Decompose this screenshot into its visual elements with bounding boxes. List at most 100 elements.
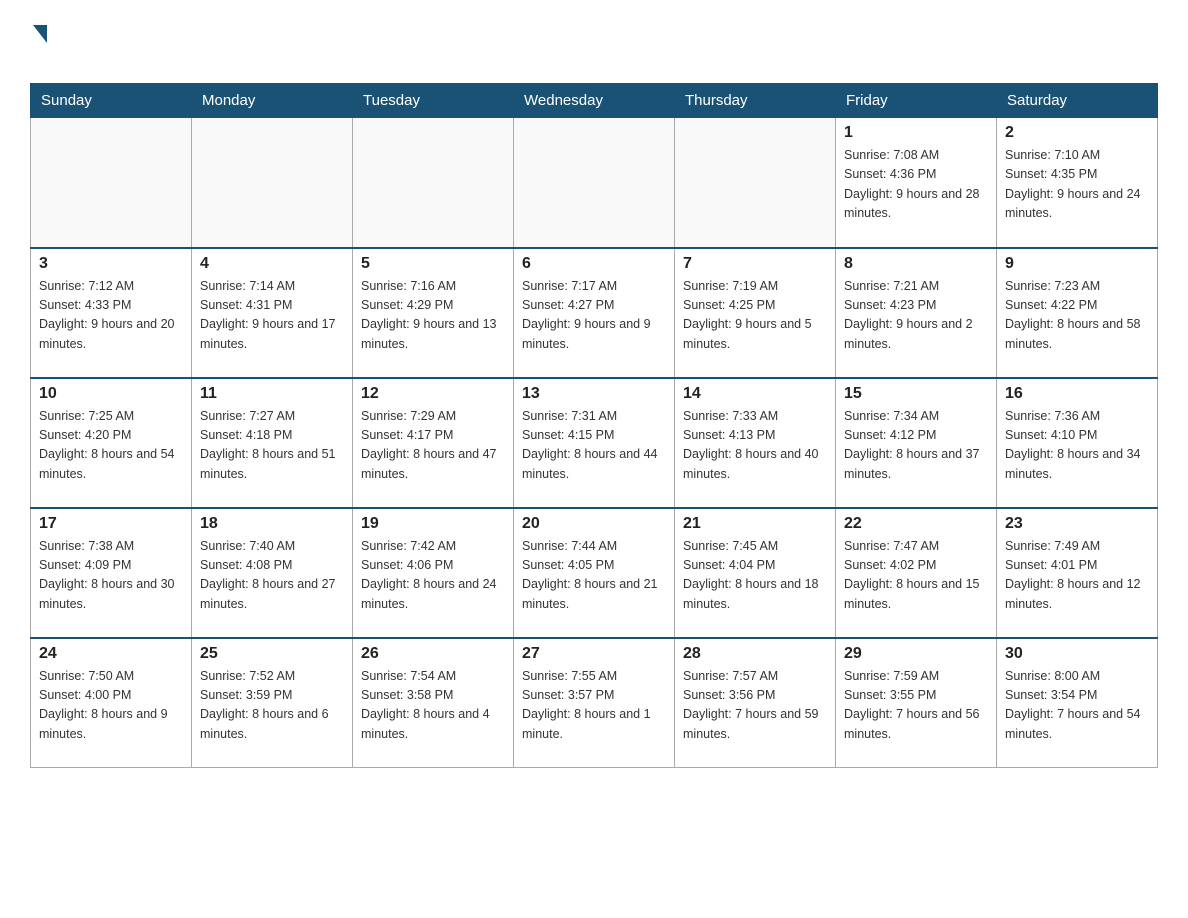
calendar-day-cell: [31, 118, 192, 248]
calendar-weekday-header: Saturday: [997, 84, 1158, 118]
calendar-day-cell: 9 Sunrise: 7:23 AMSunset: 4:22 PMDaylight…: [997, 248, 1158, 378]
calendar-day-cell: 22 Sunrise: 7:47 AMSunset: 4:02 PMDayligh…: [836, 508, 997, 638]
day-number: 7: [683, 255, 827, 273]
day-number: 4: [200, 255, 344, 273]
calendar-weekday-header: Sunday: [31, 84, 192, 118]
calendar-day-cell: 30Sunrise: 8:00 AMSunset: 3:54 PMDayligh…: [997, 638, 1158, 768]
calendar-day-cell: 21 Sunrise: 7:45 AMSunset: 4:04 PMDayligh…: [675, 508, 836, 638]
calendar-day-cell: 6Sunrise: 7:17 AMSunset: 4:27 PMDaylight…: [514, 248, 675, 378]
day-info: Sunrise: 7:14 AMSunset: 4:31 PMDaylight:…: [200, 277, 344, 355]
calendar-day-cell: [192, 118, 353, 248]
day-info: Sunrise: 7:45 AMSunset: 4:04 PMDaylight:…: [683, 537, 827, 615]
calendar-day-cell: 19 Sunrise: 7:42 AMSunset: 4:06 PMDayligh…: [353, 508, 514, 638]
calendar-weekday-header: Wednesday: [514, 84, 675, 118]
day-number: 18: [200, 515, 344, 533]
day-number: 1: [844, 124, 988, 142]
day-info: Sunrise: 7:17 AMSunset: 4:27 PMDaylight:…: [522, 277, 666, 355]
day-number: 10: [39, 385, 183, 403]
day-number: 16: [1005, 385, 1149, 403]
calendar-day-cell: 14 Sunrise: 7:33 AMSunset: 4:13 PMDayligh…: [675, 378, 836, 508]
calendar-week-row: 3 Sunrise: 7:12 AMSunset: 4:33 PMDaylight…: [31, 248, 1158, 378]
day-number: 3: [39, 255, 183, 273]
day-info: Sunrise: 7:08 AMSunset: 4:36 PMDaylight:…: [844, 146, 988, 224]
day-number: 2: [1005, 124, 1149, 142]
calendar-weekday-header: Thursday: [675, 84, 836, 118]
day-info: Sunrise: 7:36 AMSunset: 4:10 PMDaylight:…: [1005, 407, 1149, 485]
calendar-day-cell: 18 Sunrise: 7:40 AMSunset: 4:08 PMDayligh…: [192, 508, 353, 638]
day-number: 25: [200, 645, 344, 663]
day-number: 13: [522, 385, 666, 403]
day-info: Sunrise: 7:59 AMSunset: 3:55 PMDaylight:…: [844, 667, 988, 745]
calendar-week-row: 17Sunrise: 7:38 AMSunset: 4:09 PMDayligh…: [31, 508, 1158, 638]
calendar-week-row: 10 Sunrise: 7:25 AMSunset: 4:20 PMDayligh…: [31, 378, 1158, 508]
calendar-day-cell: 10 Sunrise: 7:25 AMSunset: 4:20 PMDayligh…: [31, 378, 192, 508]
calendar-weekday-header: Tuesday: [353, 84, 514, 118]
day-info: Sunrise: 7:44 AMSunset: 4:05 PMDaylight:…: [522, 537, 666, 615]
calendar-day-cell: 5 Sunrise: 7:16 AMSunset: 4:29 PMDaylight…: [353, 248, 514, 378]
day-info: Sunrise: 7:47 AMSunset: 4:02 PMDaylight:…: [844, 537, 988, 615]
calendar-day-cell: 8 Sunrise: 7:21 AMSunset: 4:23 PMDaylight…: [836, 248, 997, 378]
day-number: 22: [844, 515, 988, 533]
page-header: General: [30, 20, 1158, 73]
day-number: 8: [844, 255, 988, 273]
day-number: 23: [1005, 515, 1149, 533]
day-info: Sunrise: 7:54 AMSunset: 3:58 PMDaylight:…: [361, 667, 505, 745]
calendar-day-cell: 3 Sunrise: 7:12 AMSunset: 4:33 PMDaylight…: [31, 248, 192, 378]
day-info: Sunrise: 7:52 AMSunset: 3:59 PMDaylight:…: [200, 667, 344, 745]
day-number: 5: [361, 255, 505, 273]
day-info: Sunrise: 7:16 AMSunset: 4:29 PMDaylight:…: [361, 277, 505, 355]
calendar-day-cell: [675, 118, 836, 248]
day-info: Sunrise: 7:34 AMSunset: 4:12 PMDaylight:…: [844, 407, 988, 485]
calendar-day-cell: 27Sunrise: 7:55 AMSunset: 3:57 PMDayligh…: [514, 638, 675, 768]
day-info: Sunrise: 7:10 AMSunset: 4:35 PMDaylight:…: [1005, 146, 1149, 224]
calendar-header-row: SundayMondayTuesdayWednesdayThursdayFrid…: [31, 84, 1158, 118]
day-number: 9: [1005, 255, 1149, 273]
calendar-day-cell: [353, 118, 514, 248]
day-info: Sunrise: 7:12 AMSunset: 4:33 PMDaylight:…: [39, 277, 183, 355]
day-info: Sunrise: 7:21 AMSunset: 4:23 PMDaylight:…: [844, 277, 988, 355]
day-info: Sunrise: 7:49 AMSunset: 4:01 PMDaylight:…: [1005, 537, 1149, 615]
calendar-day-cell: 28 Sunrise: 7:57 AMSunset: 3:56 PMDayligh…: [675, 638, 836, 768]
day-number: 15: [844, 385, 988, 403]
day-info: Sunrise: 7:25 AMSunset: 4:20 PMDaylight:…: [39, 407, 183, 485]
calendar-day-cell: 12 Sunrise: 7:29 AMSunset: 4:17 PMDayligh…: [353, 378, 514, 508]
calendar-day-cell: 15 Sunrise: 7:34 AMSunset: 4:12 PMDayligh…: [836, 378, 997, 508]
calendar-day-cell: 17Sunrise: 7:38 AMSunset: 4:09 PMDayligh…: [31, 508, 192, 638]
calendar-day-cell: 13Sunrise: 7:31 AMSunset: 4:15 PMDayligh…: [514, 378, 675, 508]
calendar-day-cell: 26 Sunrise: 7:54 AMSunset: 3:58 PMDayligh…: [353, 638, 514, 768]
day-number: 21: [683, 515, 827, 533]
calendar-week-row: 1 Sunrise: 7:08 AMSunset: 4:36 PMDaylight…: [31, 118, 1158, 248]
calendar-day-cell: 7Sunrise: 7:19 AMSunset: 4:25 PMDaylight…: [675, 248, 836, 378]
calendar-day-cell: 1 Sunrise: 7:08 AMSunset: 4:36 PMDaylight…: [836, 118, 997, 248]
day-number: 11: [200, 385, 344, 403]
day-info: Sunrise: 7:50 AMSunset: 4:00 PMDaylight:…: [39, 667, 183, 745]
day-number: 28: [683, 645, 827, 663]
calendar-day-cell: 23 Sunrise: 7:49 AMSunset: 4:01 PMDayligh…: [997, 508, 1158, 638]
day-number: 26: [361, 645, 505, 663]
calendar-weekday-header: Monday: [192, 84, 353, 118]
day-number: 20: [522, 515, 666, 533]
day-number: 17: [39, 515, 183, 533]
day-number: 12: [361, 385, 505, 403]
day-info: Sunrise: 7:40 AMSunset: 4:08 PMDaylight:…: [200, 537, 344, 615]
logo-top: [30, 20, 47, 43]
day-number: 29: [844, 645, 988, 663]
calendar-day-cell: 25 Sunrise: 7:52 AMSunset: 3:59 PMDayligh…: [192, 638, 353, 768]
day-info: Sunrise: 7:29 AMSunset: 4:17 PMDaylight:…: [361, 407, 505, 485]
day-info: Sunrise: 7:33 AMSunset: 4:13 PMDaylight:…: [683, 407, 827, 485]
day-info: Sunrise: 7:42 AMSunset: 4:06 PMDaylight:…: [361, 537, 505, 615]
day-info: Sunrise: 7:57 AMSunset: 3:56 PMDaylight:…: [683, 667, 827, 745]
calendar-day-cell: 2 Sunrise: 7:10 AMSunset: 4:35 PMDaylight…: [997, 118, 1158, 248]
calendar-table: SundayMondayTuesdayWednesdayThursdayFrid…: [30, 83, 1158, 768]
calendar-day-cell: 16 Sunrise: 7:36 AMSunset: 4:10 PMDayligh…: [997, 378, 1158, 508]
calendar-day-cell: 4 Sunrise: 7:14 AMSunset: 4:31 PMDaylight…: [192, 248, 353, 378]
calendar-day-cell: 11 Sunrise: 7:27 AMSunset: 4:18 PMDayligh…: [192, 378, 353, 508]
calendar-weekday-header: Friday: [836, 84, 997, 118]
day-info: Sunrise: 8:00 AMSunset: 3:54 PMDaylight:…: [1005, 667, 1149, 745]
day-info: Sunrise: 7:27 AMSunset: 4:18 PMDaylight:…: [200, 407, 344, 485]
day-number: 19: [361, 515, 505, 533]
day-info: Sunrise: 7:23 AMSunset: 4:22 PMDaylight:…: [1005, 277, 1149, 355]
calendar-day-cell: 29 Sunrise: 7:59 AMSunset: 3:55 PMDayligh…: [836, 638, 997, 768]
logo: General: [30, 20, 136, 73]
day-number: 14: [683, 385, 827, 403]
